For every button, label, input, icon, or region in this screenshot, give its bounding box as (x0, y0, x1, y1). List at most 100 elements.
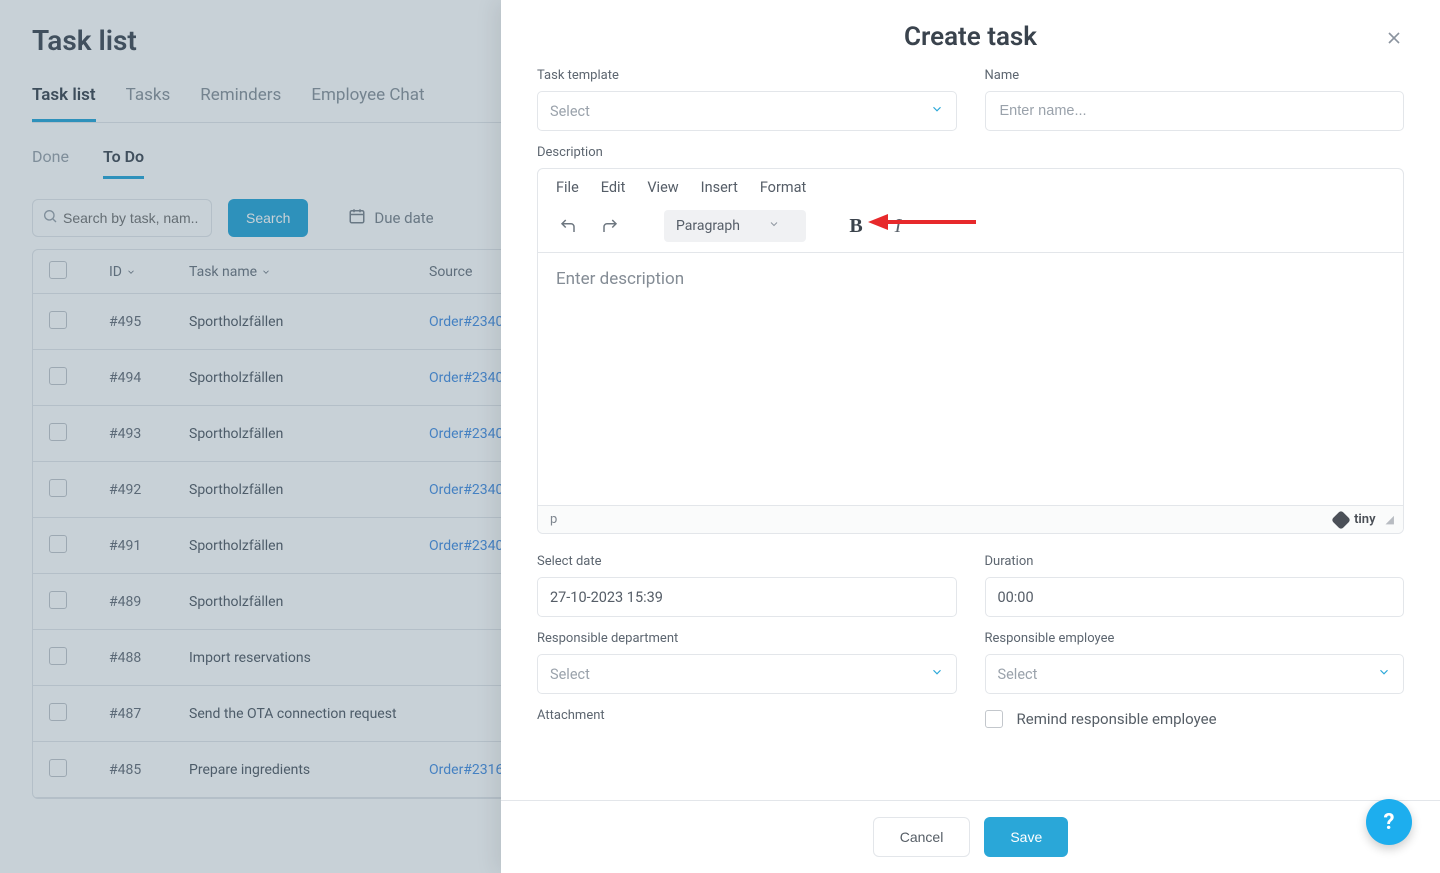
row-name: Import reservations (189, 650, 429, 666)
rte-menu-view[interactable]: View (647, 179, 678, 196)
row-id: #494 (109, 370, 189, 386)
format-select-value: Paragraph (676, 218, 740, 234)
bold-button[interactable]: B (840, 210, 872, 242)
select-date-value: 27-10-2023 15:39 (550, 589, 663, 606)
select-date-label: Select date (537, 554, 957, 569)
row-id: #495 (109, 314, 189, 330)
panel-footer: Cancel Save (501, 800, 1440, 873)
tiny-logo-icon (1331, 510, 1351, 530)
rte-statusbar: p tiny ◢ (538, 505, 1403, 533)
undo-button[interactable] (552, 210, 584, 242)
row-id: #489 (109, 594, 189, 610)
duration-label: Duration (985, 554, 1405, 569)
row-id: #491 (109, 538, 189, 554)
chevron-down-icon (930, 102, 944, 120)
duration-value: 00:00 (998, 589, 1034, 606)
tiny-brand-badge: tiny (1334, 512, 1375, 527)
rte-menu-format[interactable]: Format (760, 179, 806, 196)
select-all-checkbox[interactable] (49, 261, 67, 279)
row-checkbox[interactable] (49, 535, 67, 553)
tab-reminders[interactable]: Reminders (200, 85, 281, 122)
select-placeholder: Select (550, 103, 590, 120)
row-checkbox[interactable] (49, 647, 67, 665)
block-format-select[interactable]: Paragraph (664, 210, 806, 242)
tab-employee-chat[interactable]: Employee Chat (311, 85, 424, 122)
rich-text-editor: File Edit View Insert Format Paragraph (537, 168, 1404, 534)
chevron-down-icon (930, 665, 944, 683)
task-template-label: Task template (537, 68, 957, 83)
row-checkbox[interactable] (49, 479, 67, 497)
panel-title: Create task (537, 22, 1404, 52)
row-checkbox[interactable] (49, 591, 67, 609)
select-date-input[interactable]: 27-10-2023 15:39 (537, 577, 957, 617)
rte-menu-insert[interactable]: Insert (701, 179, 738, 196)
duration-input[interactable]: 00:00 (985, 577, 1405, 617)
employee-label: Responsible employee (985, 631, 1405, 646)
name-label: Name (985, 68, 1405, 83)
due-date-label: Due date (374, 209, 433, 227)
row-checkbox[interactable] (49, 311, 67, 329)
caret-down-icon (261, 267, 271, 277)
italic-icon: I (895, 215, 902, 238)
caret-down-icon (126, 267, 136, 277)
rte-menu-edit[interactable]: Edit (601, 179, 626, 196)
row-id: #487 (109, 706, 189, 722)
italic-button[interactable]: I (882, 210, 914, 242)
row-checkbox[interactable] (49, 759, 67, 777)
row-checkbox[interactable] (49, 703, 67, 721)
attachment-label: Attachment (537, 708, 957, 723)
rte-content[interactable]: Enter description (538, 253, 1403, 505)
description-label: Description (537, 145, 1404, 160)
row-id: #492 (109, 482, 189, 498)
row-name: Sportholzfällen (189, 482, 429, 498)
due-date-filter[interactable]: Due date (348, 207, 433, 229)
column-id[interactable]: ID (109, 264, 189, 280)
row-id: #493 (109, 426, 189, 442)
row-name: Sportholzfällen (189, 594, 429, 610)
search-icon (42, 208, 58, 228)
chevron-down-icon (1377, 665, 1391, 683)
search-input[interactable] (32, 199, 212, 237)
search-wrap (32, 199, 212, 237)
remind-checkbox[interactable] (985, 710, 1003, 728)
rte-menubar: File Edit View Insert Format (538, 169, 1403, 202)
row-checkbox[interactable] (49, 367, 67, 385)
close-button[interactable] (1384, 28, 1404, 52)
tab-todo[interactable]: To Do (103, 147, 144, 179)
dept-select[interactable]: Select (537, 654, 957, 694)
tab-done[interactable]: Done (32, 147, 69, 179)
column-task-name[interactable]: Task name (189, 264, 429, 280)
row-name: Prepare ingredients (189, 762, 429, 778)
undo-icon (559, 217, 577, 235)
row-name: Sportholzfällen (189, 370, 429, 386)
row-name: Sportholzfällen (189, 314, 429, 330)
tab-task-list[interactable]: Task list (32, 85, 96, 122)
redo-button[interactable] (594, 210, 626, 242)
row-id: #488 (109, 650, 189, 666)
create-task-panel: Create task Task template Select Name De… (501, 0, 1440, 873)
select-placeholder: Select (550, 666, 590, 683)
calendar-icon (348, 207, 366, 229)
name-input[interactable] (998, 92, 1392, 130)
rte-element-path: p (550, 512, 557, 527)
row-name: Sportholzfällen (189, 426, 429, 442)
row-name: Send the OTA connection request (189, 706, 429, 722)
search-button[interactable]: Search (228, 199, 308, 237)
tab-tasks[interactable]: Tasks (126, 85, 171, 122)
name-input-wrapper (985, 91, 1405, 131)
help-icon: ? (1384, 810, 1395, 835)
close-icon (1384, 28, 1404, 48)
cancel-button[interactable]: Cancel (873, 817, 971, 857)
select-placeholder: Select (998, 666, 1038, 683)
dept-label: Responsible department (537, 631, 957, 646)
resize-handle-icon[interactable]: ◢ (1386, 513, 1391, 526)
row-checkbox[interactable] (49, 423, 67, 441)
task-template-select[interactable]: Select (537, 91, 957, 131)
rte-menu-file[interactable]: File (556, 179, 579, 196)
row-id: #485 (109, 762, 189, 778)
help-fab[interactable]: ? (1366, 799, 1412, 845)
panel-body: Task template Select Name Description Fi… (501, 60, 1440, 800)
save-button[interactable]: Save (984, 817, 1068, 857)
employee-select[interactable]: Select (985, 654, 1405, 694)
remind-label: Remind responsible employee (1017, 710, 1217, 728)
